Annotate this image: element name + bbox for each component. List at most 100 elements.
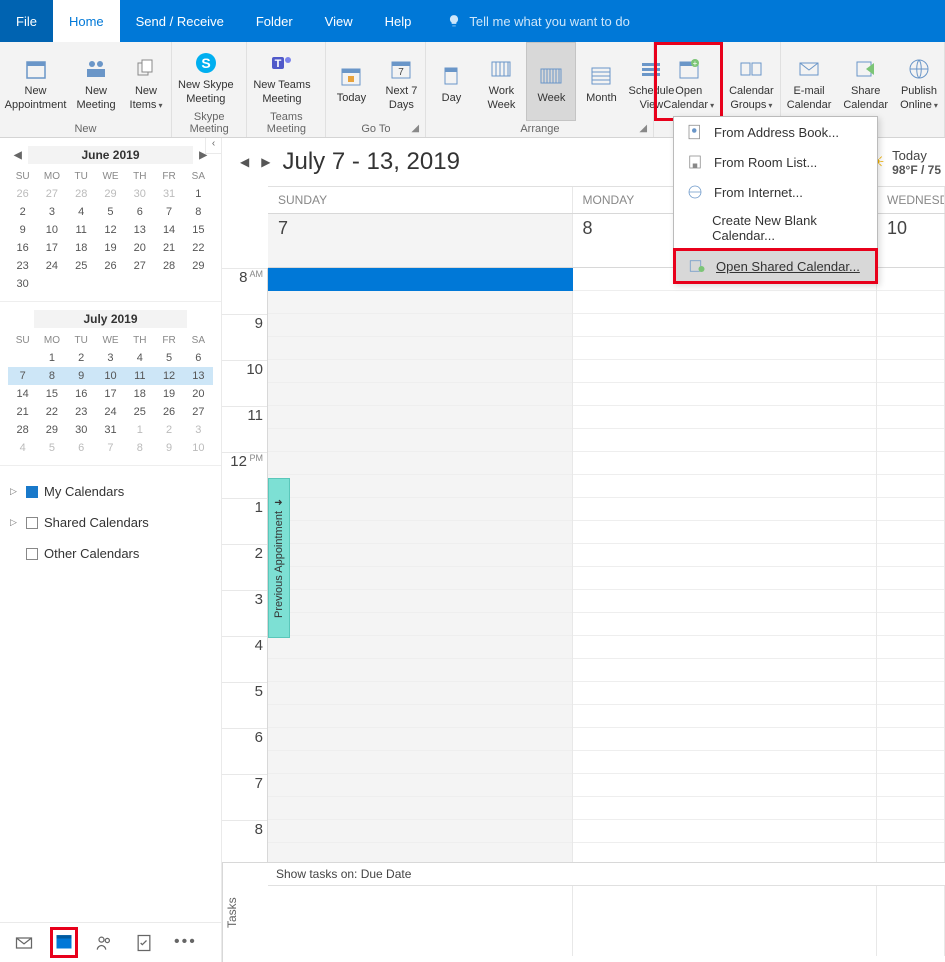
- new-meeting-button[interactable]: New Meeting: [71, 42, 121, 121]
- mini-cal-day[interactable]: 5: [96, 203, 125, 221]
- month-view-button[interactable]: Month: [576, 42, 626, 121]
- mini-cal-day[interactable]: 15: [184, 221, 213, 239]
- teams-meeting-button[interactable]: T New Teams Meeting: [247, 42, 316, 109]
- mini-cal-day[interactable]: 19: [96, 239, 125, 257]
- mini-cal-day[interactable]: 28: [8, 421, 37, 439]
- mini-cal-day[interactable]: 8: [125, 439, 154, 457]
- skype-meeting-button[interactable]: S New Skype Meeting: [172, 42, 240, 109]
- today-button[interactable]: Today: [326, 42, 376, 121]
- mini-cal-day[interactable]: 8: [37, 367, 66, 385]
- mini-cal-day[interactable]: 27: [184, 403, 213, 421]
- mini-cal-day[interactable]: 16: [8, 239, 37, 257]
- mini-cal-day[interactable]: 29: [184, 257, 213, 275]
- checkbox-icon[interactable]: [26, 517, 38, 529]
- mini-cal-day[interactable]: 20: [125, 239, 154, 257]
- mini-cal-day[interactable]: 31: [154, 185, 183, 203]
- mini-cal-day[interactable]: 17: [37, 239, 66, 257]
- mini-cal-day[interactable]: 5: [154, 349, 183, 367]
- day-column[interactable]: [573, 268, 878, 862]
- mini-cal-day[interactable]: 1: [184, 185, 213, 203]
- mini-cal-day[interactable]: 26: [96, 257, 125, 275]
- selected-time-slot[interactable]: [268, 268, 573, 291]
- mini-cal-day[interactable]: 1: [125, 421, 154, 439]
- tab-file[interactable]: File: [0, 0, 53, 42]
- checkbox-icon[interactable]: [26, 486, 38, 498]
- mini-cal-day[interactable]: 28: [154, 257, 183, 275]
- mini-cal-day[interactable]: 25: [67, 257, 96, 275]
- previous-appointment-button[interactable]: Previous Appointment ➜: [268, 478, 290, 638]
- mini-cal-day[interactable]: 29: [37, 421, 66, 439]
- new-items-button[interactable]: New Items▾: [121, 42, 171, 121]
- mini-cal-day[interactable]: 30: [8, 275, 37, 293]
- calendar-groups-button[interactable]: Calendar Groups▾: [723, 42, 780, 121]
- mini-cal-day[interactable]: 4: [67, 203, 96, 221]
- tab-folder[interactable]: Folder: [240, 0, 309, 42]
- email-calendar-button[interactable]: E-mail Calendar: [781, 42, 838, 121]
- dropdown-from-address-book[interactable]: From Address Book...: [674, 117, 877, 147]
- day-header-wednesday[interactable]: WEDNESDA: [877, 187, 945, 213]
- mini-cal-day[interactable]: 12: [96, 221, 125, 239]
- mini-cal-day[interactable]: 20: [184, 385, 213, 403]
- day-header-sunday[interactable]: SUNDAY: [268, 187, 573, 213]
- dropdown-from-internet[interactable]: From Internet...: [674, 177, 877, 207]
- mini-cal-day[interactable]: 24: [37, 257, 66, 275]
- week-view-button[interactable]: Week: [526, 42, 576, 121]
- mini-cal-day[interactable]: 3: [96, 349, 125, 367]
- mini-cal-day[interactable]: 10: [96, 367, 125, 385]
- task-cell[interactable]: [573, 886, 878, 956]
- mini-cal-day[interactable]: 14: [8, 385, 37, 403]
- next-week-button[interactable]: ▶: [261, 155, 270, 169]
- mini-cal-day[interactable]: 10: [37, 221, 66, 239]
- mini-cal-day[interactable]: 27: [37, 185, 66, 203]
- dropdown-open-shared-calendar[interactable]: Open Shared Calendar...: [673, 248, 878, 284]
- mini-cal-day[interactable]: 30: [67, 421, 96, 439]
- weather-widget[interactable]: ☀ Today 98°F / 75: [869, 148, 941, 177]
- mini-cal-day[interactable]: 5: [37, 439, 66, 457]
- mini-cal-day[interactable]: 21: [8, 403, 37, 421]
- mini-cal-day[interactable]: 9: [8, 221, 37, 239]
- mini-cal-day[interactable]: 24: [96, 403, 125, 421]
- mini-cal-day[interactable]: 31: [96, 421, 125, 439]
- mini-cal-day[interactable]: 28: [67, 185, 96, 203]
- tab-send-receive[interactable]: Send / Receive: [120, 0, 240, 42]
- my-calendars-group[interactable]: ▷ My Calendars: [10, 476, 211, 507]
- mini-cal-day[interactable]: 3: [37, 203, 66, 221]
- tell-me[interactable]: Tell me what you want to do: [447, 0, 629, 42]
- mini-cal-day[interactable]: 30: [125, 185, 154, 203]
- work-week-button[interactable]: Work Week: [476, 42, 526, 121]
- tab-home[interactable]: Home: [53, 0, 120, 42]
- mini-cal-day[interactable]: 23: [8, 257, 37, 275]
- mini-cal-day[interactable]: 7: [8, 367, 37, 385]
- mini-cal-day[interactable]: 11: [67, 221, 96, 239]
- mini-cal-day[interactable]: 9: [67, 367, 96, 385]
- mini-cal-day[interactable]: 18: [67, 239, 96, 257]
- mini-cal-day[interactable]: 25: [125, 403, 154, 421]
- mini-cal-day[interactable]: 8: [184, 203, 213, 221]
- tab-view[interactable]: View: [309, 0, 369, 42]
- mini-cal-day[interactable]: 26: [154, 403, 183, 421]
- mini-cal-day[interactable]: 29: [96, 185, 125, 203]
- other-calendars-group[interactable]: ▷ Other Calendars: [10, 538, 211, 569]
- mini-cal-day[interactable]: 10: [184, 439, 213, 457]
- day-column[interactable]: [268, 268, 573, 862]
- prev-month-arrow[interactable]: ◀: [14, 150, 22, 161]
- mini-cal-day[interactable]: 22: [184, 239, 213, 257]
- mini-cal-day[interactable]: 7: [96, 439, 125, 457]
- mini-cal-day[interactable]: 12: [154, 367, 183, 385]
- mini-cal-day[interactable]: 4: [125, 349, 154, 367]
- tab-help[interactable]: Help: [369, 0, 428, 42]
- mini-cal-day[interactable]: 13: [184, 367, 213, 385]
- prev-week-button[interactable]: ◀: [240, 155, 249, 169]
- mini-cal-day[interactable]: 2: [154, 421, 183, 439]
- mini-cal-day[interactable]: 16: [67, 385, 96, 403]
- new-appointment-button[interactable]: New Appointment: [0, 42, 71, 121]
- mini-cal-day[interactable]: 7: [154, 203, 183, 221]
- open-calendar-button[interactable]: + Open Calendar▾: [654, 42, 723, 121]
- dropdown-from-room-list[interactable]: From Room List...: [674, 147, 877, 177]
- mini-cal-day[interactable]: 26: [8, 185, 37, 203]
- mini-cal-day[interactable]: 6: [184, 349, 213, 367]
- mini-cal-day[interactable]: 15: [37, 385, 66, 403]
- mini-cal-day[interactable]: 27: [125, 257, 154, 275]
- next-7-days-button[interactable]: 7 Next 7 Days: [376, 42, 426, 121]
- mini-cal-day[interactable]: 4: [8, 439, 37, 457]
